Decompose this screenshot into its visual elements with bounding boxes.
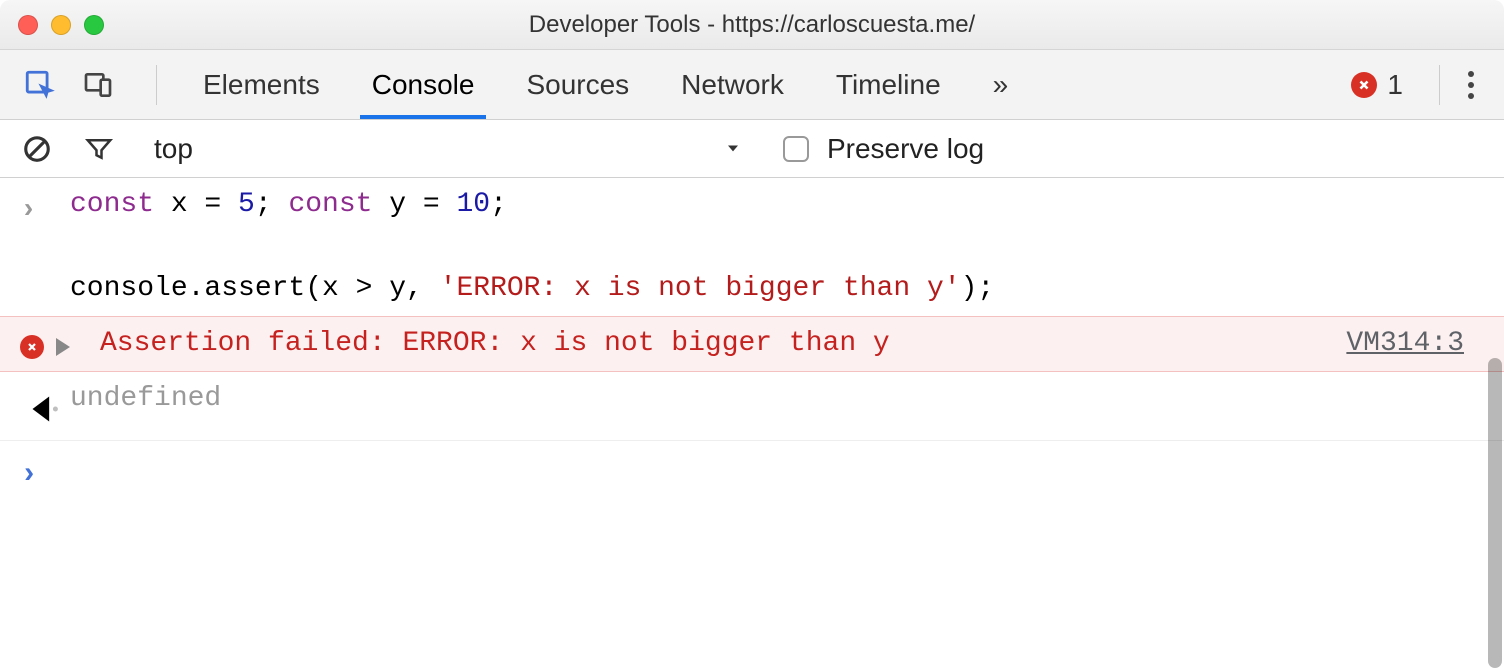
kebab-menu-icon[interactable]: [1458, 71, 1484, 99]
tabs: Elements Console Sources Network Timelin…: [177, 50, 1034, 119]
error-icon: [1351, 72, 1377, 98]
error-icon: [20, 335, 44, 359]
separator: [1439, 65, 1440, 105]
separator: [156, 65, 157, 105]
close-window-button[interactable]: [18, 15, 38, 35]
input-prompt-icon: ›: [20, 453, 38, 498]
console-input-row[interactable]: › const x = 5; const y = 10; console.ass…: [0, 178, 1504, 316]
traffic-lights: [18, 15, 104, 35]
preserve-log-label: Preserve log: [827, 133, 984, 165]
tab-network[interactable]: Network: [655, 50, 810, 119]
scrollbar[interactable]: [1488, 358, 1502, 668]
minimize-window-button[interactable]: [51, 15, 71, 35]
execution-context-select[interactable]: top: [154, 133, 743, 165]
return-arrow-icon: [20, 378, 70, 434]
inspect-element-icon[interactable]: [20, 65, 60, 105]
clear-console-icon[interactable]: [20, 132, 54, 166]
error-message: Assertion failed: ERROR: x is not bigger…: [100, 323, 1346, 365]
tab-elements[interactable]: Elements: [177, 50, 346, 119]
chevron-down-icon: [723, 133, 743, 165]
device-toggle-icon[interactable]: [78, 65, 118, 105]
devtools-toolbar: Elements Console Sources Network Timelin…: [0, 50, 1504, 120]
tab-sources[interactable]: Sources: [500, 50, 655, 119]
preserve-log-checkbox[interactable]: [783, 136, 809, 162]
tab-timeline[interactable]: Timeline: [810, 50, 967, 119]
filter-icon[interactable]: [82, 132, 116, 166]
input-prompt-icon: ›: [20, 190, 37, 232]
console-input-code: const x = 5; const y = 10; console.asser…: [70, 184, 1484, 310]
maximize-window-button[interactable]: [84, 15, 104, 35]
expand-icon[interactable]: [56, 338, 70, 356]
tab-more[interactable]: »: [967, 50, 1035, 119]
console-return-row: undefined: [0, 372, 1504, 441]
error-badge[interactable]: 1: [1351, 69, 1403, 101]
console-output: › const x = 5; const y = 10; console.ass…: [0, 178, 1504, 504]
error-count: 1: [1387, 69, 1403, 101]
console-subtoolbar: top Preserve log: [0, 120, 1504, 178]
context-label: top: [154, 133, 193, 165]
window-title: Developer Tools - https://carloscuesta.m…: [0, 11, 1504, 39]
toolbar-right: 1: [1351, 65, 1484, 105]
console-error-row[interactable]: Assertion failed: ERROR: x is not bigger…: [0, 316, 1504, 372]
console-prompt-row[interactable]: ›: [0, 441, 1504, 504]
tab-console[interactable]: Console: [346, 50, 501, 119]
titlebar: Developer Tools - https://carloscuesta.m…: [0, 0, 1504, 50]
error-source-link[interactable]: VM314:3: [1346, 323, 1484, 365]
return-value: undefined: [70, 378, 1484, 420]
